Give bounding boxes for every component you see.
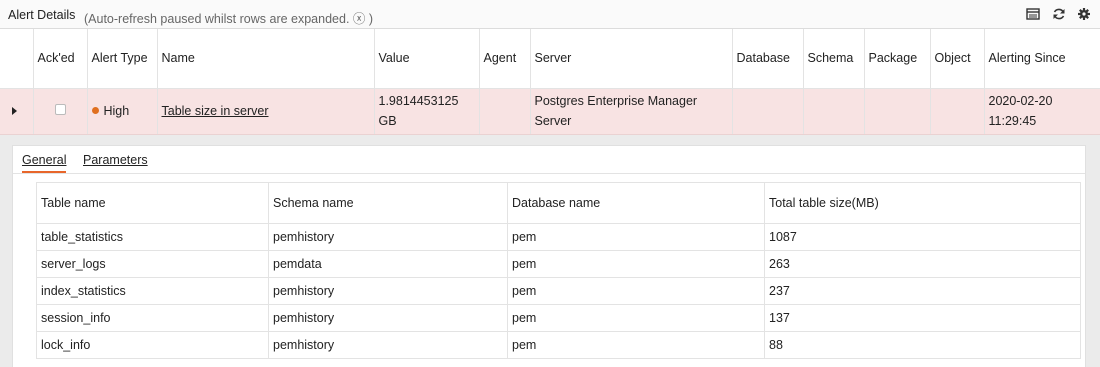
tab-parameters[interactable]: Parameters — [83, 153, 148, 167]
column-header-database[interactable]: Database — [732, 29, 804, 89]
alert-type-label: High — [103, 104, 130, 118]
schema-name-cell: pemhistory — [268, 277, 508, 305]
column-header-server[interactable]: Server — [530, 29, 733, 89]
column-header-table-name: Table name — [36, 182, 269, 224]
auto-refresh-note: (Auto-refresh paused whilst rows are exp… — [84, 12, 374, 26]
column-header-agent[interactable]: Agent — [479, 29, 531, 89]
table-row: session_info pemhistory pem 137 — [36, 304, 1081, 332]
alert-server-cell: Postgres Enterprise Manager Server — [530, 88, 733, 135]
table-row: server_logs pemdata pem 263 — [36, 250, 1081, 278]
table-row: index_statistics pemhistory pem 237 — [36, 277, 1081, 305]
table-name-cell: server_logs — [36, 250, 269, 278]
table-name-cell: session_info — [36, 304, 269, 332]
alerts-header-row: Ack'ed Alert Type Name Value Agent Serve… — [0, 29, 1100, 89]
acked-checkbox[interactable] — [54, 104, 66, 115]
alert-value-cell: 1.9814453125 GB — [374, 88, 480, 135]
database-name-cell: pem — [507, 277, 765, 305]
alert-details-panel: Alert Details (Auto-refresh paused whils… — [0, 0, 1100, 367]
expand-row-toggle[interactable] — [0, 88, 34, 135]
schema-name-cell: pemhistory — [268, 331, 508, 359]
table-name-cell: index_statistics — [36, 277, 269, 305]
alert-object-cell — [930, 88, 985, 135]
schema-name-cell: pemhistory — [268, 304, 508, 332]
column-header-name[interactable]: Name — [157, 29, 375, 89]
total-size-cell: 137 — [764, 304, 1081, 332]
panel-titlebar: Alert Details (Auto-refresh paused whils… — [0, 0, 1100, 29]
refresh-icon[interactable] — [1052, 7, 1066, 21]
table-view-icon[interactable] — [1026, 7, 1040, 21]
total-size-cell: 263 — [764, 250, 1081, 278]
alert-name-link[interactable]: Table size in server — [162, 104, 269, 118]
total-size-cell: 88 — [764, 331, 1081, 359]
table-row: table_statistics pemhistory pem 1087 — [36, 223, 1081, 251]
database-name-cell: pem — [507, 304, 765, 332]
column-header-object[interactable]: Object — [930, 29, 985, 89]
column-header-schema[interactable]: Schema — [803, 29, 865, 89]
alert-since-cell: 2020-02-20 11:29:45 — [984, 88, 1100, 135]
alert-row[interactable]: High Table size in server 1.9814453125 G… — [0, 88, 1100, 135]
column-header-package[interactable]: Package — [864, 29, 931, 89]
column-header-value[interactable]: Value — [374, 29, 480, 89]
alert-detail-card: General Parameters Table name Schema nam… — [12, 145, 1086, 367]
caret-right-icon[interactable] — [12, 107, 17, 115]
column-header-alerting-since[interactable]: Alerting Since — [984, 29, 1100, 89]
expander-header — [0, 29, 34, 89]
alert-level-dot-icon — [91, 107, 99, 114]
table-name-cell: table_statistics — [36, 223, 269, 251]
table-size-table: Table name Schema name Database name Tot… — [36, 182, 1081, 359]
detail-tabs: General Parameters — [13, 146, 1085, 174]
column-header-database-name: Database name — [507, 182, 765, 224]
database-name-cell: pem — [507, 250, 765, 278]
column-header-schema-name: Schema name — [268, 182, 508, 224]
schema-name-cell: pemhistory — [268, 223, 508, 251]
column-header-alert-type[interactable]: Alert Type — [87, 29, 158, 89]
alert-schema-cell — [803, 88, 865, 135]
alert-package-cell — [864, 88, 931, 135]
table-name-cell: lock_info — [36, 331, 269, 359]
database-name-cell: pem — [507, 223, 765, 251]
column-header-total-size: Total table size(MB) — [764, 182, 1081, 224]
panel-title: Alert Details — [8, 8, 76, 22]
column-header-acked[interactable]: Ack'ed — [33, 29, 88, 89]
database-name-cell: pem — [507, 331, 765, 359]
table-row: lock_info pemhistory pem 88 — [36, 331, 1081, 359]
tab-general[interactable]: General — [22, 153, 67, 173]
alert-name-cell: Table size in server — [157, 88, 375, 135]
total-size-cell: 1087 — [764, 223, 1081, 251]
table-size-header-row: Table name Schema name Database name Tot… — [36, 182, 1081, 224]
alert-agent-cell — [479, 88, 531, 135]
settings-gear-icon[interactable] — [1077, 7, 1091, 21]
total-size-cell: 237 — [764, 277, 1081, 305]
alert-type-cell: High — [87, 88, 158, 135]
alerts-table: Ack'ed Alert Type Name Value Agent Serve… — [0, 29, 1100, 135]
schema-name-cell: pemdata — [268, 250, 508, 278]
alert-database-cell — [732, 88, 804, 135]
acked-cell — [33, 88, 88, 135]
